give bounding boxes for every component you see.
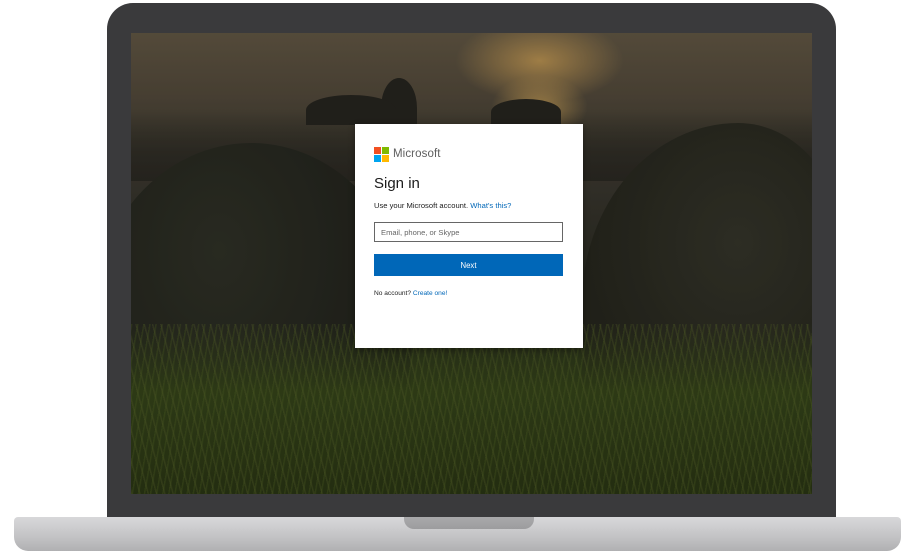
brand-name: Microsoft	[393, 148, 441, 160]
brand-row: Microsoft	[374, 147, 441, 162]
microsoft-logo-icon	[374, 147, 389, 162]
whats-this-link[interactable]: What's this?	[470, 201, 511, 210]
subtitle-text: Use your Microsoft account.	[374, 201, 469, 210]
laptop-base-notch	[404, 517, 534, 529]
no-account-text: No account?	[374, 290, 412, 297]
page-title: Sign in	[374, 175, 420, 192]
email-field[interactable]	[374, 222, 563, 242]
laptop-mockup: Microsoft Sign in Use your Microsoft acc…	[0, 0, 915, 556]
next-button[interactable]: Next	[374, 254, 563, 276]
create-account-link[interactable]: Create one!	[413, 290, 447, 297]
no-account-row: No account? Create one!	[374, 290, 447, 297]
signin-subtitle: Use your Microsoft account. What's this?	[374, 201, 511, 210]
signin-card: Microsoft Sign in Use your Microsoft acc…	[355, 124, 583, 348]
